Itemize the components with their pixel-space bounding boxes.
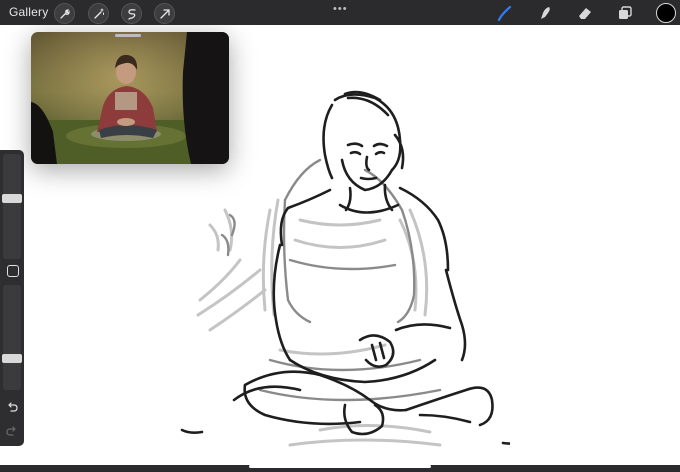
layers-icon[interactable] (615, 4, 635, 22)
brush-icon[interactable] (495, 4, 515, 22)
magic-wand-icon[interactable] (88, 3, 109, 24)
reference-drag-handle[interactable] (115, 34, 141, 37)
brush-size-slider[interactable] (3, 154, 21, 259)
left-sidebar (0, 150, 24, 446)
brush-size-thumb[interactable] (2, 194, 22, 204)
smudge-icon[interactable] (535, 4, 555, 22)
redo-icon[interactable] (5, 424, 19, 438)
undo-icon[interactable] (5, 400, 19, 414)
opacity-thumb[interactable] (2, 354, 22, 364)
reference-window[interactable] (31, 32, 229, 164)
reference-photo (31, 32, 229, 164)
eraser-icon[interactable] (575, 4, 595, 22)
gallery-button[interactable]: Gallery (9, 5, 48, 19)
home-indicator[interactable] (249, 465, 431, 468)
wrench-icon[interactable] (54, 3, 75, 24)
more-options-icon[interactable]: ••• (333, 3, 348, 15)
opacity-slider[interactable] (3, 285, 21, 390)
color-picker[interactable] (656, 3, 676, 23)
top-toolbar: Gallery ••• (0, 0, 680, 25)
transform-arrow-icon[interactable] (154, 3, 175, 24)
square-icon[interactable] (7, 265, 19, 277)
selection-icon[interactable] (121, 3, 142, 24)
